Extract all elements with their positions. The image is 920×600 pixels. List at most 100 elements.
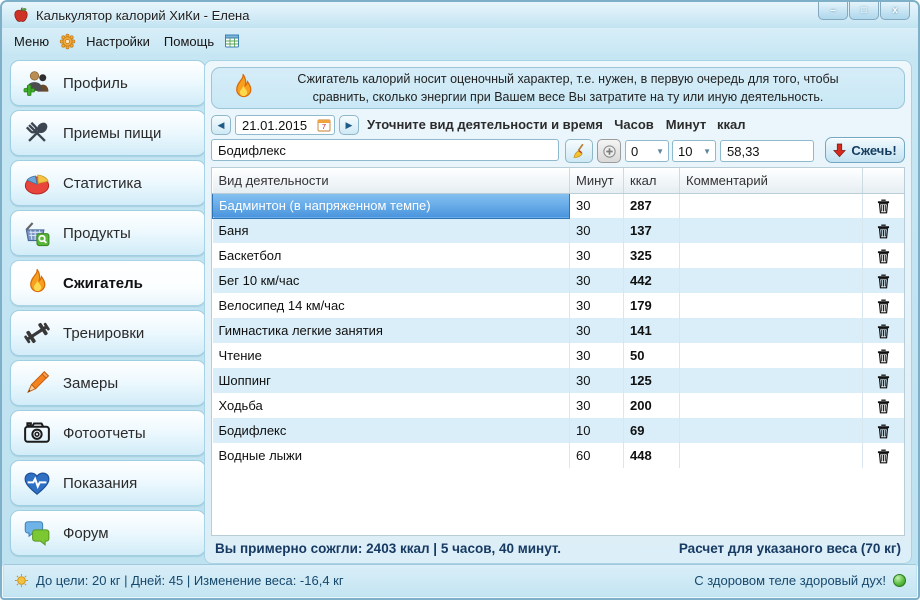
activity-cell[interactable]: Баня bbox=[213, 218, 570, 243]
minutes-select[interactable]: 10 ▼ bbox=[672, 140, 716, 162]
calendar-icon: 7 bbox=[317, 118, 331, 132]
col-header-activity[interactable]: Вид деятельности bbox=[213, 168, 570, 193]
delete-row-button[interactable] bbox=[877, 424, 890, 439]
kcal-cell: 448 bbox=[624, 443, 680, 468]
menu-item-help[interactable]: Помощь bbox=[164, 34, 214, 49]
minutes-cell: 30 bbox=[570, 243, 624, 268]
kcal-cell: 325 bbox=[624, 243, 680, 268]
hours-select[interactable]: 0 ▼ bbox=[625, 140, 669, 162]
col-header-kcal[interactable]: ккал bbox=[624, 168, 680, 193]
comment-cell bbox=[680, 318, 863, 343]
trash-icon bbox=[877, 299, 890, 314]
burner-panel: Сжигатель калорий носит оценочный характ… bbox=[204, 60, 912, 564]
add-activity-button[interactable] bbox=[597, 139, 621, 163]
delete-row-button[interactable] bbox=[877, 224, 890, 239]
delete-row-button[interactable] bbox=[877, 349, 890, 364]
activity-cell[interactable]: Шоппинг bbox=[213, 368, 570, 393]
hours-value: 0 bbox=[631, 144, 638, 159]
activity-row[interactable]: Водные лыжи60448 bbox=[213, 443, 905, 468]
sidebar-item-meals[interactable]: Приемы пищи bbox=[10, 110, 206, 156]
activity-cell[interactable]: Гимнастика легкие занятия bbox=[213, 318, 570, 343]
activity-table: Вид деятельности Минут ккал Комментарий … bbox=[211, 167, 905, 536]
minutes-cell: 30 bbox=[570, 268, 624, 293]
activity-row[interactable]: Баскетбол30325 bbox=[213, 243, 905, 268]
close-button[interactable]: x bbox=[880, 2, 910, 20]
stats-pie-icon bbox=[21, 167, 53, 199]
activity-row[interactable]: Ходьба30200 bbox=[213, 393, 905, 418]
delete-row-button[interactable] bbox=[877, 374, 890, 389]
delete-row-button[interactable] bbox=[877, 199, 890, 214]
heart-pulse-icon bbox=[21, 467, 53, 499]
sidebar-item-profile[interactable]: Профиль bbox=[10, 60, 206, 106]
minutes-cell: 30 bbox=[570, 393, 624, 418]
minutes-cell: 30 bbox=[570, 193, 624, 218]
clear-button[interactable] bbox=[565, 139, 593, 163]
comment-cell bbox=[680, 343, 863, 368]
trash-icon bbox=[877, 274, 890, 289]
next-day-button[interactable]: ▶ bbox=[339, 115, 359, 135]
delete-row-button[interactable] bbox=[877, 324, 890, 339]
activity-row[interactable]: Бег 10 км/час30442 bbox=[213, 268, 905, 293]
kcal-input[interactable] bbox=[720, 140, 814, 162]
sidebar-item-measurements[interactable]: Замеры bbox=[10, 360, 206, 406]
comment-cell bbox=[680, 293, 863, 318]
activity-cell[interactable]: Бег 10 км/час bbox=[213, 268, 570, 293]
activity-cell[interactable]: Бодифлекс bbox=[213, 418, 570, 443]
spreadsheet-icon[interactable] bbox=[224, 33, 241, 50]
activity-cell[interactable]: Водные лыжи bbox=[213, 443, 570, 468]
activity-cell[interactable]: Баскетбол bbox=[213, 243, 570, 268]
delete-row-button[interactable] bbox=[877, 299, 890, 314]
burn-button[interactable]: Сжечь! bbox=[825, 137, 905, 163]
status-goal-text: До цели: 20 кг | Дней: 45 | Изменение ве… bbox=[36, 573, 344, 588]
col-header-minutes[interactable]: Минут bbox=[570, 168, 624, 193]
delete-row-button[interactable] bbox=[877, 449, 890, 464]
window-controls: – □ x bbox=[818, 2, 910, 20]
svg-text:7: 7 bbox=[322, 122, 326, 131]
sidebar-item-workouts[interactable]: Тренировки bbox=[10, 310, 206, 356]
info-banner: Сжигатель калорий носит оценочный характ… bbox=[211, 67, 905, 109]
date-picker[interactable]: 21.01.2015 7 bbox=[235, 115, 335, 135]
maximize-button[interactable]: □ bbox=[849, 2, 879, 20]
activity-input[interactable] bbox=[211, 139, 559, 161]
sidebar-item-forum[interactable]: Форум bbox=[10, 510, 206, 556]
summary-weight-note: Расчет для указаного веса (70 кг) bbox=[679, 541, 901, 556]
activity-row[interactable]: Гимнастика легкие занятия30141 bbox=[213, 318, 905, 343]
sidebar-item-statistics[interactable]: Статистика bbox=[10, 160, 206, 206]
activity-cell[interactable]: Велосипед 14 км/час bbox=[213, 293, 570, 318]
activity-row[interactable]: Баня30137 bbox=[213, 218, 905, 243]
trash-icon bbox=[877, 324, 890, 339]
activity-cell[interactable]: Чтение bbox=[213, 343, 570, 368]
sidebar-item-vitals[interactable]: Показания bbox=[10, 460, 206, 506]
kcal-cell: 125 bbox=[624, 368, 680, 393]
activity-caption: Уточните вид деятельности и время bbox=[367, 117, 603, 132]
sidebar-item-label: Показания bbox=[63, 475, 137, 492]
activity-row[interactable]: Шоппинг30125 bbox=[213, 368, 905, 393]
delete-cell bbox=[862, 418, 904, 443]
delete-row-button[interactable] bbox=[877, 249, 890, 264]
minutes-cell: 30 bbox=[570, 368, 624, 393]
delete-row-button[interactable] bbox=[877, 274, 890, 289]
delete-cell bbox=[862, 343, 904, 368]
flame-icon bbox=[21, 267, 53, 299]
activity-row[interactable]: Бодифлекс1069 bbox=[213, 418, 905, 443]
activity-row[interactable]: Велосипед 14 км/час30179 bbox=[213, 293, 905, 318]
sidebar-item-burner[interactable]: Сжигатель bbox=[10, 260, 206, 306]
activity-row[interactable]: Бадминтон (в напряженном темпе)30287 bbox=[213, 193, 905, 218]
menu-item-menu[interactable]: Меню bbox=[14, 34, 49, 49]
delete-row-button[interactable] bbox=[877, 399, 890, 414]
activity-cell[interactable]: Бадминтон (в напряженном темпе) bbox=[213, 193, 570, 218]
forum-bubbles-icon bbox=[21, 517, 53, 549]
col-header-comment[interactable]: Комментарий bbox=[680, 168, 863, 193]
menu-item-settings[interactable]: Настройки bbox=[86, 34, 150, 49]
sidebar-item-photo-reports[interactable]: Фотоотчеты bbox=[10, 410, 206, 456]
minimize-button[interactable]: – bbox=[818, 2, 848, 20]
apple-logo-icon bbox=[12, 6, 30, 24]
meals-icon bbox=[21, 117, 53, 149]
gear-icon[interactable] bbox=[59, 33, 76, 50]
chevron-down-icon: ▼ bbox=[699, 147, 715, 156]
activity-row[interactable]: Чтение3050 bbox=[213, 343, 905, 368]
activity-cell[interactable]: Ходьба bbox=[213, 393, 570, 418]
minutes-value: 10 bbox=[678, 144, 692, 159]
prev-day-button[interactable]: ◀ bbox=[211, 115, 231, 135]
sidebar-item-products[interactable]: Продукты bbox=[10, 210, 206, 256]
